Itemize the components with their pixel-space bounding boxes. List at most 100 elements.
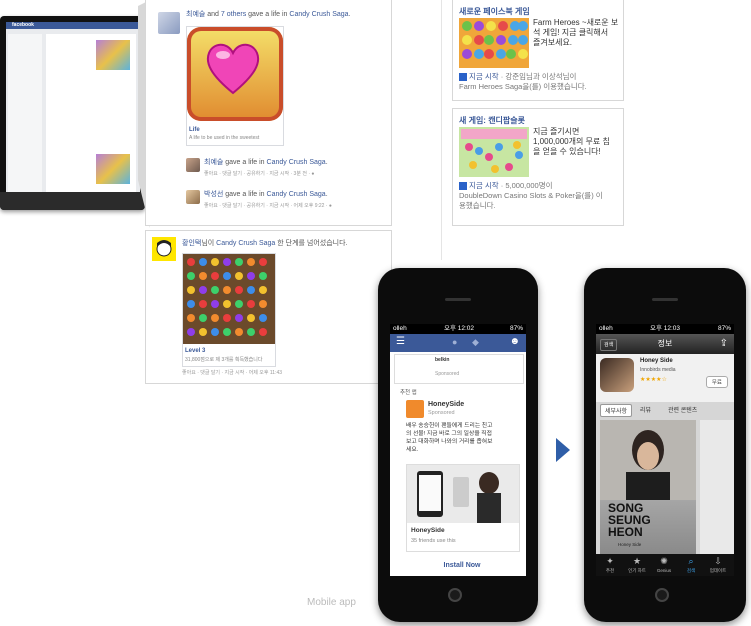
play-now-link[interactable]: 지금 시작	[469, 72, 499, 81]
detail-tabs: 세부사항 리뷰 관련 콘텐츠	[600, 404, 730, 417]
action-links[interactable]: 좋아요 · 댓글 달기 · 공유하기 · 지금 시작 · 어제 오후 9:22 …	[204, 203, 329, 209]
phone-app-store: olleh 오후 12:03 87% 검색 정보 ⇪ Honey Side In…	[584, 268, 746, 622]
story-text: gave a life in	[223, 159, 267, 166]
game-link[interactable]: Candy Crush Saga	[267, 191, 326, 198]
tab-related[interactable]: 관련 콘텐츠	[668, 405, 697, 414]
ad-body-line: 1,000,000개의 무료 칩	[533, 137, 610, 146]
farm-heroes-thumbnail[interactable]	[459, 18, 529, 68]
free-button[interactable]: 무료	[705, 376, 728, 388]
home-button[interactable]	[655, 588, 669, 602]
ad-title[interactable]: 새로운 페이스북 게임	[459, 6, 530, 17]
card-description: A life to be used in the sweetest	[189, 135, 260, 141]
game-link[interactable]: Candy Crush Saga	[267, 159, 326, 166]
story-text: .	[325, 191, 328, 198]
ad-foot-text: DoubleDown Casino Slots & Poker을(를) 이	[459, 191, 603, 200]
game-link[interactable]: Candy Crush Saga	[216, 240, 275, 247]
ad-body: 배우 송승헌이 팬들에게 드리는 친고 의 선물! 지금 바로 그의 일상을 직…	[406, 422, 520, 454]
poster-title: SONG SEUNG HEON	[608, 502, 651, 538]
avatar[interactable]	[186, 190, 200, 204]
ad-doubledown-casino[interactable]: 새 게임: 캔디팝슬롯 지금 즐기시면 1,000,000개의 무료 칩 을 얻…	[452, 108, 624, 226]
ad-farm-heroes[interactable]: 새로운 페이스북 게임 Farm Heroes ~새로운 보 석 게임! 지금 …	[452, 0, 624, 101]
tab-updates[interactable]: ⇩ 업데이트	[704, 554, 732, 576]
heart-icon	[206, 43, 260, 95]
ad-body-line: 즐겨보세요.	[533, 38, 573, 47]
game-link[interactable]: Candy Crush Saga	[289, 11, 348, 18]
facebook-logo: facebook	[12, 22, 34, 28]
tab-label: 추천	[605, 568, 615, 573]
news-feed-panel: 최예슬 and 7 others gave a life in Candy Cr…	[145, 0, 392, 226]
candy-board-image	[183, 254, 275, 344]
friend-requests-icon[interactable]: ●	[452, 337, 457, 347]
app-install-card[interactable]: HoneySide 35 friends use this	[406, 464, 520, 552]
cartoon-avatar-icon[interactable]	[152, 237, 176, 261]
tab-reviews[interactable]: 리뷰	[640, 405, 651, 414]
ad-foot-text: 용했습니다.	[459, 201, 496, 210]
messages-icon[interactable]: ◆	[472, 337, 479, 348]
ad-foot-text: · 강준임님과 이상석님이	[498, 72, 577, 81]
play-now-link[interactable]: 지금 시작	[469, 181, 499, 190]
install-now-button[interactable]: Install Now	[406, 562, 518, 569]
story-text: gave a life in	[246, 11, 290, 18]
app-store-navbar: 검색 정보 ⇪	[596, 334, 734, 354]
honeyside-app-icon[interactable]	[406, 400, 424, 418]
level-card[interactable]: Level 3 31,800점으로 제 3개를 획득했습니다	[182, 253, 276, 367]
actor-link[interactable]: 박성선	[204, 191, 223, 198]
second-screenshot[interactable]	[700, 420, 734, 554]
mini-feed	[46, 34, 136, 192]
candy-heart-image	[187, 27, 283, 121]
mini-game-thumbnail	[96, 40, 130, 70]
poster-title-line: HEON	[608, 525, 643, 539]
ad-body: Farm Heroes ~새로운 보 석 게임! 지금 클릭해서 즐겨보세요.	[533, 18, 621, 48]
share-icon[interactable]: ⇪	[720, 334, 728, 354]
app-cube-icon	[459, 73, 467, 82]
avatar[interactable]	[186, 158, 200, 172]
story-text: .	[325, 159, 328, 166]
desktop-monitor: facebook	[0, 16, 145, 210]
sponsored-label: Sponsored	[428, 410, 455, 416]
ad-body-line: 의 선물! 지금 바로 그의 일상을 직접	[406, 431, 492, 437]
menu-icon[interactable]: ☰	[396, 336, 405, 347]
tab-top-charts[interactable]: ★ 인기 차트	[623, 554, 651, 576]
ad-body-line: 배우 송승헌이 팬들에게 드리는 친고	[406, 423, 493, 429]
phone-speaker	[652, 298, 678, 301]
story-text: 한 단계를 넘어섰습니다.	[275, 240, 348, 247]
story-text: gave a life in	[223, 191, 267, 198]
app-screenshot-image	[407, 465, 519, 523]
ad-social-context: 지금 시작 · 강준임님과 이상석님이 Farm Heroes Saga을(를)…	[459, 72, 623, 92]
action-links[interactable]: 좋아요 · 댓글 달기 · 공유하기 · 지금 시작 · 3분 전 ·	[204, 171, 311, 177]
card-title: Level 3	[185, 348, 206, 354]
mini-sidebar	[8, 34, 42, 192]
life-card[interactable]: Life A life to be used in the sweetest	[186, 26, 284, 146]
actor-link[interactable]: 황인택	[182, 240, 201, 247]
sponsored-label: Sponsored	[435, 371, 460, 377]
right-arrow-icon	[556, 438, 570, 462]
tab-details[interactable]: 세부사항	[600, 404, 633, 417]
ad-foot-text: Farm Heroes Saga을(를) 이용했습니다.	[459, 82, 587, 91]
ad-title[interactable]: 새 게임: 캔디팝슬롯	[459, 115, 525, 126]
tab-featured[interactable]: ✦ 추천	[596, 554, 624, 576]
tab-genius[interactable]: ✺ Genius	[650, 554, 678, 576]
column-divider	[441, 0, 442, 260]
ad-body-line: 석 게임! 지금 클릭해서	[533, 28, 609, 37]
contacts-icon[interactable]: ☻	[509, 336, 520, 347]
story-header: 최예슬 gave a life in Candy Crush Saga.	[204, 158, 328, 168]
app-name[interactable]: HoneySide	[428, 401, 464, 408]
app-cube-icon	[459, 182, 467, 191]
actor-link[interactable]: 최예슬	[186, 11, 205, 18]
ad-foot-text: · 5,000,000명이	[498, 181, 553, 190]
back-button[interactable]: 검색	[600, 339, 618, 351]
globe-icon: ●	[328, 203, 332, 209]
actor-link[interactable]: 최예슬	[204, 159, 223, 166]
ad-body-line: Farm Heroes ~새로운 보	[533, 18, 619, 27]
ad-social-context: 지금 시작 · 5,000,000명이 DoubleDown Casino Sl…	[459, 181, 623, 211]
home-button[interactable]	[448, 588, 462, 602]
candy-slots-thumbnail[interactable]	[459, 127, 529, 177]
page-title: 정보	[657, 339, 673, 348]
phone-screen: olleh 오후 12:02 87% ☰ ● ◆ ☻ belkin Sponso…	[390, 324, 526, 576]
story-actions[interactable]: 좋아요 · 댓글 달기 · 지금 시작 · 어제 오후 11:43	[182, 369, 282, 376]
app-screenshot-poster[interactable]: SONG SEUNG HEON Honey Side	[600, 420, 696, 554]
poster-subtitle: Honey Side	[618, 542, 642, 547]
others-link[interactable]: 7 others	[221, 11, 246, 18]
tab-search[interactable]: ⌕ 검색	[677, 554, 705, 576]
avatar[interactable]	[158, 12, 180, 34]
